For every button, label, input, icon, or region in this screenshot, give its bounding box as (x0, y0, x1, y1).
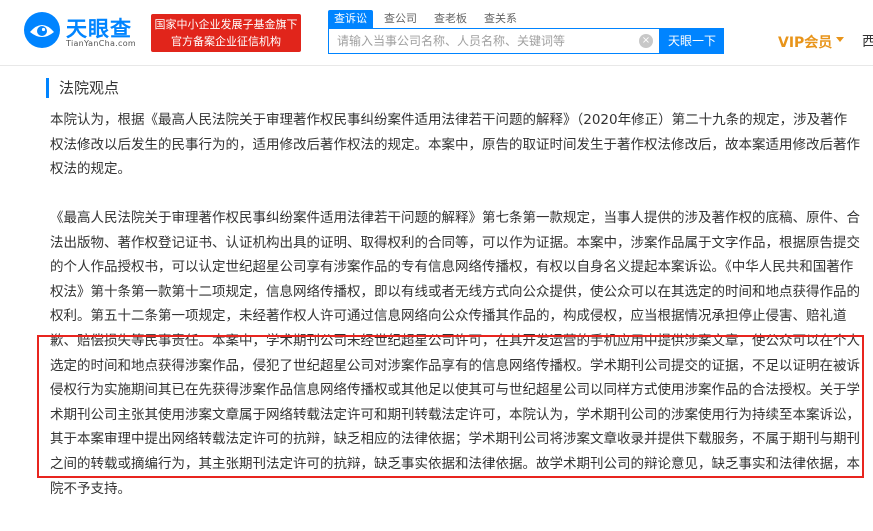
tab-relation[interactable]: 查关系 (484, 10, 517, 28)
vip-member-link[interactable]: VIP会员 (778, 32, 832, 52)
search-button[interactable]: 天眼一下 (660, 28, 724, 54)
nav-item-truncated[interactable]: 西 (862, 31, 873, 51)
certification-banner[interactable]: 国家中小企业发展子基金旗下 官方备案企业征信机构 (151, 14, 301, 52)
top-header: 天眼查 TianYanCha.com 国家中小企业发展子基金旗下 官方备案企业征… (0, 0, 873, 66)
tab-lawsuit[interactable]: 查诉讼 (328, 10, 373, 28)
banner-line-2: 官方备案企业征信机构 (171, 35, 281, 48)
search-box: × (328, 28, 660, 54)
tianyancha-logo[interactable]: 天眼查 TianYanCha.com (24, 9, 142, 53)
eye-logo-icon (24, 12, 60, 48)
tab-boss[interactable]: 查老板 (434, 10, 467, 28)
opinion-paragraph-2: 《最高人民法院关于审理著作权民事纠纷案件适用法律若干问题的解释》第七条第一款规定… (50, 210, 860, 497)
clear-icon[interactable]: × (639, 34, 653, 48)
banner-line-1: 国家中小企业发展子基金旗下 (154, 18, 298, 31)
logo-domain: TianYanCha.com (66, 39, 136, 48)
section-title-court-opinion: 法院观点 (46, 78, 119, 98)
opinion-paragraph-1: 本院认为，根据《最高人民法院关于审理著作权民事纠纷案件适用法律若干问题的解释》（… (50, 112, 860, 178)
search-input[interactable] (329, 29, 629, 53)
tab-company[interactable]: 查公司 (384, 10, 417, 28)
caret-down-icon[interactable] (836, 37, 844, 42)
